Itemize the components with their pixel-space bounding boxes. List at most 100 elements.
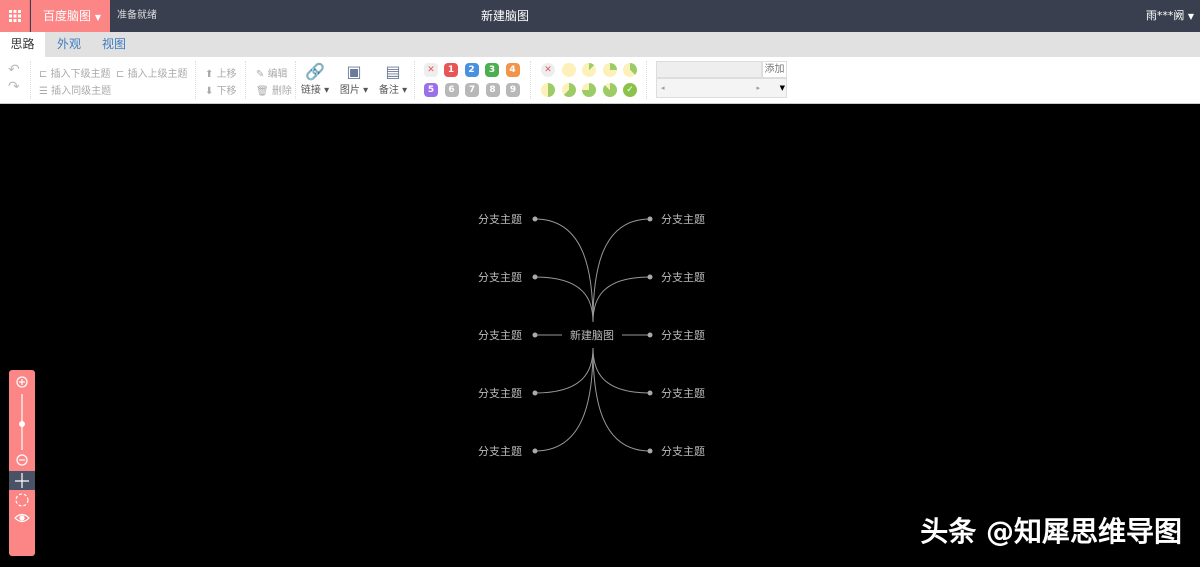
branch-connector <box>592 218 651 323</box>
branch-node-right[interactable]: 分支主题 <box>661 271 705 284</box>
branch-connector <box>592 347 651 452</box>
branch-dot <box>647 390 653 396</box>
branch-node-right[interactable]: 分支主题 <box>661 387 705 400</box>
progress-clear-icon[interactable]: ✕ <box>541 63 555 77</box>
branch-node-right[interactable]: 分支主题 <box>661 329 705 342</box>
progress-4-icon[interactable] <box>623 63 637 77</box>
zoom-panel <box>9 370 35 556</box>
branch-dot <box>532 448 538 454</box>
branch-node-left[interactable]: 分支主题 <box>478 329 522 342</box>
insert-child-label: 插入下级主题 <box>50 69 111 80</box>
top-bar: 百度脑图 ▼ 准备就绪 新建脑图 雨***阙 ▼ <box>0 0 1200 32</box>
branch-connector <box>534 347 594 394</box>
tab-idea[interactable]: 思路 <box>0 32 45 57</box>
arrow-up-icon: ⬆ <box>205 69 217 80</box>
branch-dot <box>647 332 653 338</box>
undo-icon[interactable]: ↶ <box>8 62 20 78</box>
add-resource-button[interactable]: 添加 <box>762 61 787 78</box>
tab-appearance[interactable]: 外观 <box>47 32 91 57</box>
image-icon: ▣ <box>346 62 362 81</box>
redo-icon[interactable]: ↷ <box>8 79 20 95</box>
progress-2-icon[interactable] <box>582 63 596 77</box>
watermark: 头条 @知犀思维导图 <box>920 515 1182 548</box>
resource-input[interactable] <box>656 61 762 78</box>
branch-dot <box>532 274 538 280</box>
dropdown-caret-icon[interactable]: ▼ <box>780 79 785 97</box>
link-icon: 🔗 <box>305 62 325 81</box>
priority-8-icon[interactable]: 8 <box>485 83 500 97</box>
note-label: 备注 <box>378 85 399 96</box>
priority-2-icon[interactable]: 2 <box>464 63 479 77</box>
progress-8-icon[interactable] <box>602 83 617 97</box>
insert-parent-button[interactable]: ⊏ 插入上级主题 <box>116 65 188 80</box>
move-down-button[interactable]: ⬇ 下移 <box>205 82 237 97</box>
branch-node-left[interactable]: 分支主题 <box>478 387 522 400</box>
priority-3-icon[interactable]: 3 <box>485 63 499 77</box>
branch-connector <box>592 347 651 394</box>
toolbar: ↶ ↷ ⊏ 插入下级主题 ⊏ 插入上级主题 ☰ 插入同级主题 ⬆ 上移 ⬇ 下移… <box>0 57 1200 104</box>
progress-9-icon[interactable]: ✓ <box>623 83 637 97</box>
branch-dot <box>532 390 538 396</box>
note-button[interactable]: ▤ 备注 ▾ <box>377 62 409 96</box>
caret-down-icon: ▼ <box>1187 12 1194 21</box>
link-button[interactable]: 🔗 链接 ▾ <box>300 62 330 96</box>
tab-bar: 思路 外观 视图 <box>0 32 1200 57</box>
branch-node-left[interactable]: 分支主题 <box>478 271 522 284</box>
link-label: 链接 <box>300 85 321 96</box>
resource-list[interactable]: ◂ ▸ ▼ <box>656 78 787 98</box>
edit-button[interactable]: ✎ 编辑 <box>256 65 288 80</box>
progress-6-icon[interactable] <box>561 83 576 97</box>
arrow-down-icon: ⬇ <box>205 86 217 97</box>
branch-dot <box>532 216 538 222</box>
branch-connector <box>534 276 594 323</box>
insert-parent-label: 插入上级主题 <box>127 69 188 80</box>
trash-icon: 🗑 <box>256 86 272 97</box>
progress-5-icon[interactable] <box>541 83 555 97</box>
insert-child-button[interactable]: ⊏ 插入下级主题 <box>39 65 111 80</box>
priority-9-icon[interactable]: 9 <box>506 83 520 97</box>
edit-icon: ✎ <box>256 69 268 80</box>
priority-clear-icon[interactable]: ✕ <box>424 63 438 77</box>
locate-root-icon[interactable] <box>15 493 29 507</box>
priority-1-icon[interactable]: 1 <box>444 63 458 77</box>
branch-node-left[interactable]: 分支主题 <box>478 445 522 458</box>
edit-label: 编辑 <box>267 69 288 80</box>
move-up-label: 上移 <box>216 69 237 80</box>
user-menu[interactable]: 雨***阙 ▼ <box>1146 0 1194 33</box>
mindmap-canvas[interactable]: 新建脑图 分支主题 分支主题 分支主题 分支主题 分支主题 分支主题 分支主题 分支主题 分支主题… <box>0 104 1200 564</box>
image-label: 图片 <box>339 85 360 96</box>
move-down-label: 下移 <box>216 86 237 97</box>
user-name: 雨***阙 <box>1145 9 1185 22</box>
branch-connector <box>592 276 651 323</box>
branch-connector <box>534 347 594 452</box>
progress-1-icon[interactable] <box>561 63 576 77</box>
branch-node-right[interactable]: 分支主题 <box>661 445 705 458</box>
branch-node-left[interactable]: 分支主题 <box>478 213 522 226</box>
move-up-button[interactable]: ⬆ 上移 <box>205 65 237 80</box>
note-icon: ▤ <box>385 62 401 81</box>
branch-dot <box>647 274 653 280</box>
image-button[interactable]: ▣ 图片 ▾ <box>338 62 370 96</box>
delete-label: 删除 <box>271 86 292 97</box>
priority-7-icon[interactable]: 7 <box>465 83 479 97</box>
progress-7-icon[interactable] <box>582 83 596 97</box>
priority-5-icon[interactable]: 5 <box>424 83 438 97</box>
mindmap: 新建脑图分支主题分支主题分支主题分支主题分支主题分支主题分支主题分支主题分支主题… <box>478 213 705 458</box>
insert-parent-icon: ⊏ <box>116 69 128 80</box>
branch-dot <box>532 332 538 338</box>
document-title[interactable]: 新建脑图 <box>0 0 1010 32</box>
insert-child-icon: ⊏ <box>39 69 51 80</box>
insert-sibling-label: 插入同级主题 <box>51 86 112 97</box>
branch-connector <box>534 218 594 323</box>
insert-sibling-icon: ☰ <box>39 86 52 97</box>
root-node[interactable]: 新建脑图 <box>570 328 614 342</box>
branch-node-right[interactable]: 分支主题 <box>661 213 705 226</box>
zoom-slider-handle[interactable] <box>19 421 25 427</box>
priority-4-icon[interactable]: 4 <box>505 63 520 77</box>
branch-dot <box>647 216 653 222</box>
progress-3-icon[interactable] <box>602 63 617 77</box>
tab-view[interactable]: 视图 <box>92 32 136 57</box>
delete-button[interactable]: 🗑 删除 <box>256 82 292 97</box>
priority-6-icon[interactable]: 6 <box>444 83 459 97</box>
insert-sibling-button[interactable]: ☰ 插入同级主题 <box>39 82 111 97</box>
